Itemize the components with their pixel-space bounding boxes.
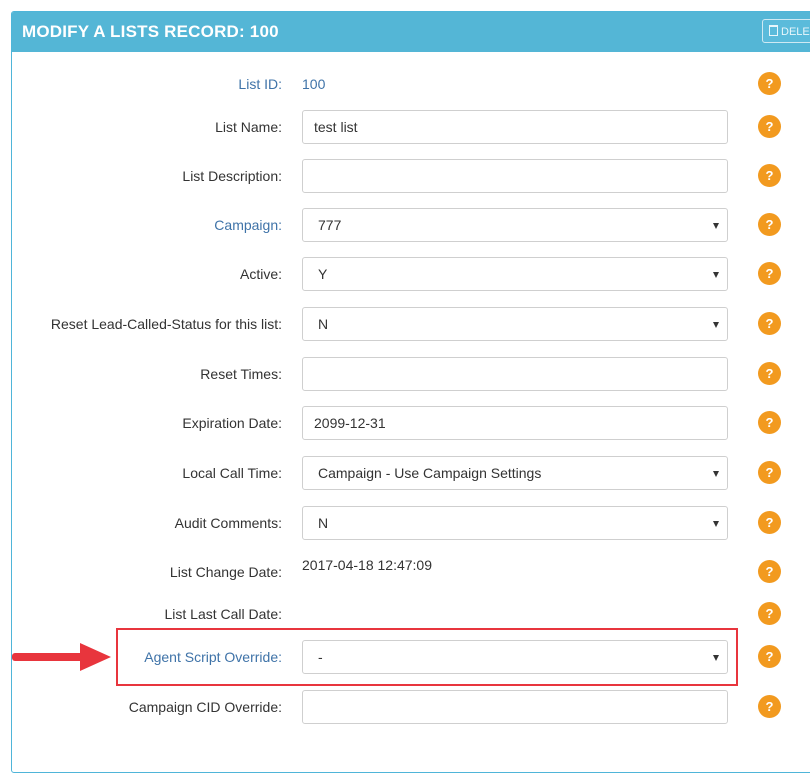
help-icon[interactable]: ? xyxy=(758,560,781,583)
campaign-select-value: 777 xyxy=(318,217,342,233)
campaign-cid-override-input[interactable] xyxy=(302,690,728,724)
form-row-campaign: Campaign: 777 ? xyxy=(12,208,810,242)
help-icon[interactable]: ? xyxy=(758,213,781,236)
chevron-down-icon xyxy=(713,223,719,229)
form-row-expiration-date: Expiration Date: 2099-12-31 ? xyxy=(12,406,810,440)
help-icon[interactable]: ? xyxy=(758,695,781,718)
chevron-down-icon xyxy=(713,272,719,278)
form-row-reset-times: Reset Times: ? xyxy=(12,357,810,391)
help-icon[interactable]: ? xyxy=(758,602,781,625)
list-last-call-date-label: List Last Call Date: xyxy=(164,606,283,622)
form-row-campaign-cid-override: Campaign CID Override: ? xyxy=(12,690,810,724)
chevron-down-icon xyxy=(713,471,719,477)
list-description-label: List Description: xyxy=(182,168,282,184)
list-name-label: List Name: xyxy=(215,119,282,135)
arrow-right-icon xyxy=(12,643,111,671)
help-icon[interactable]: ? xyxy=(758,511,781,534)
form-row-reset-lead-called-status: Reset Lead-Called-Status for this list: … xyxy=(12,307,810,341)
form-row-list-description: List Description: ? xyxy=(12,159,810,193)
expiration-date-input[interactable]: 2099-12-31 xyxy=(302,406,728,440)
audit-comments-value: N xyxy=(318,515,329,531)
expiration-date-label: Expiration Date: xyxy=(182,415,282,431)
form-row-list-name: List Name: test list ? xyxy=(12,110,810,144)
form-row-list-change-date: List Change Date: 2017-04-18 12:47:09 ? xyxy=(12,555,810,589)
help-icon[interactable]: ? xyxy=(758,262,781,285)
form-row-list-last-call-date: List Last Call Date: ? xyxy=(12,597,810,631)
help-icon[interactable]: ? xyxy=(758,362,781,385)
list-id-label[interactable]: List ID: xyxy=(238,67,282,101)
active-select[interactable]: Y xyxy=(302,257,728,291)
local-call-time-label: Local Call Time: xyxy=(182,465,282,481)
reset-times-label: Reset Times: xyxy=(200,366,282,382)
form-row-active: Active: Y ? xyxy=(12,257,810,291)
form-row-audit-comments: Audit Comments: N ? xyxy=(12,506,810,540)
audit-comments-label: Audit Comments: xyxy=(174,515,282,531)
reset-lead-called-status-value: N xyxy=(318,316,329,332)
help-icon[interactable]: ? xyxy=(758,115,781,138)
help-icon[interactable]: ? xyxy=(758,461,781,484)
form-row-local-call-time: Local Call Time: Campaign - Use Campaign… xyxy=(12,456,810,490)
active-label: Active: xyxy=(239,266,282,282)
chevron-down-icon xyxy=(713,322,719,328)
form-row-list-id: List ID: 100 ? xyxy=(12,67,810,101)
campaign-select[interactable]: 777 xyxy=(302,208,728,242)
help-icon[interactable]: ? xyxy=(758,645,781,668)
trash-icon xyxy=(769,25,778,36)
page-title: MODIFY A LISTS RECORD: 100 xyxy=(22,22,279,41)
help-icon[interactable]: ? xyxy=(758,411,781,434)
list-id-value[interactable]: 100 xyxy=(302,67,325,101)
help-icon[interactable]: ? xyxy=(758,164,781,187)
audit-comments-select[interactable]: N xyxy=(302,506,728,540)
active-select-value: Y xyxy=(318,266,328,282)
list-change-date-label: List Change Date: xyxy=(169,564,282,580)
delete-button[interactable]: DELETE xyxy=(762,19,810,43)
reset-lead-called-status-label: Reset Lead-Called-Status for this list: xyxy=(50,316,282,332)
local-call-time-value: Campaign - Use Campaign Settings xyxy=(318,465,542,481)
highlight-box xyxy=(116,628,738,686)
panel-header: MODIFY A LISTS RECORD: 100 DELETE xyxy=(12,12,810,52)
campaign-cid-override-label: Campaign CID Override: xyxy=(128,699,282,715)
chevron-down-icon xyxy=(713,521,719,527)
list-name-input[interactable]: test list xyxy=(302,110,728,144)
list-description-input[interactable] xyxy=(302,159,728,193)
reset-lead-called-status-select[interactable]: N xyxy=(302,307,728,341)
help-icon[interactable]: ? xyxy=(758,312,781,335)
help-icon[interactable]: ? xyxy=(758,72,781,95)
local-call-time-select[interactable]: Campaign - Use Campaign Settings xyxy=(302,456,728,490)
list-change-date-value: 2017-04-18 12:47:09 xyxy=(302,557,432,573)
reset-times-input[interactable] xyxy=(302,357,728,391)
campaign-label[interactable]: Campaign: xyxy=(214,208,282,242)
delete-button-label: DELETE xyxy=(781,26,810,38)
